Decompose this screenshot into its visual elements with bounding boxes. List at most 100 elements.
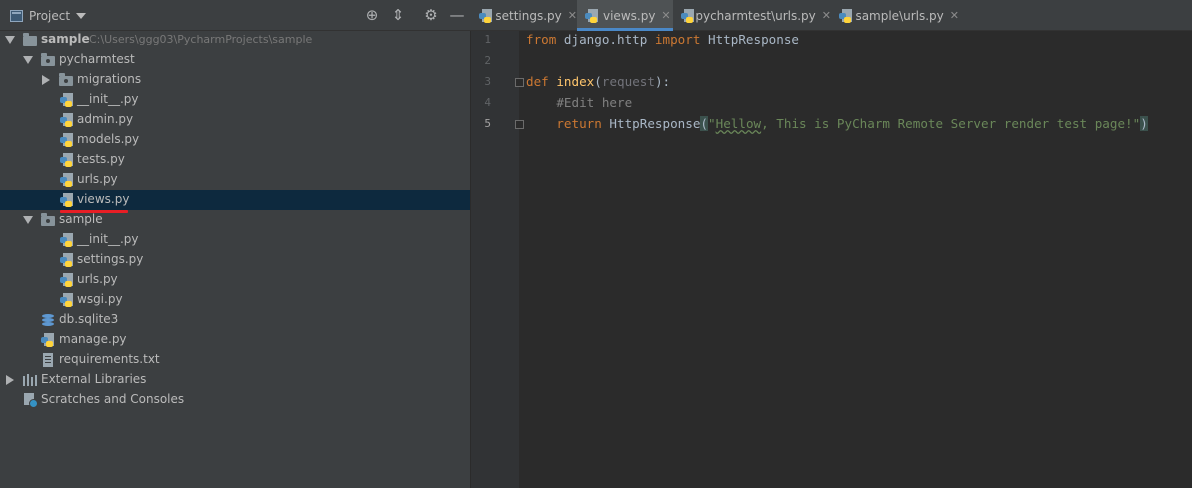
close-icon[interactable]: ✕: [661, 9, 670, 22]
tree-item-database[interactable]: db.sqlite3: [0, 310, 470, 330]
tab-label: sample\urls.py: [855, 8, 944, 23]
tab-label: settings.py: [495, 8, 562, 23]
keyword: import: [654, 32, 701, 47]
python-file-icon: [839, 8, 852, 23]
tree-item-views-selected[interactable]: views.py: [0, 190, 470, 210]
python-file-icon: [60, 293, 74, 307]
comment: #Edit here: [556, 95, 633, 110]
expand-arrow-icon[interactable]: [23, 56, 33, 64]
fold-marker-icon[interactable]: [515, 120, 524, 129]
tree-item-file[interactable]: urls.py: [0, 170, 470, 190]
tree-label: db.sqlite3: [59, 312, 119, 326]
module-name: django.http: [556, 32, 655, 47]
python-file-icon: [60, 173, 74, 187]
tree-label: Scratches and Consoles: [41, 392, 185, 406]
expand-arrow-icon[interactable]: [5, 36, 15, 44]
tab-sample-urls[interactable]: sample\urls.py ✕: [831, 0, 959, 31]
tree-label: pycharmtest: [59, 52, 135, 66]
tab-pycharmtest-urls[interactable]: pycharmtest\urls.py ✕: [673, 0, 831, 31]
tree-root-sample[interactable]: sample C:\Users\ggg03\PycharmProjects\sa…: [0, 30, 470, 50]
tree-item-file[interactable]: tests.py: [0, 150, 470, 170]
gear-icon[interactable]: ⚙: [422, 6, 440, 24]
close-icon[interactable]: ✕: [568, 9, 577, 22]
tree-item-file[interactable]: __init__.py: [0, 230, 470, 250]
chevron-down-icon: [76, 13, 87, 19]
tree-item-file[interactable]: urls.py: [0, 270, 470, 290]
tree-item-file[interactable]: settings.py: [0, 250, 470, 270]
imported-name: HttpResponse: [700, 32, 799, 47]
package-folder-icon: [41, 53, 55, 66]
paren: (: [594, 74, 602, 89]
collapsed-arrow-icon[interactable]: [42, 75, 50, 85]
fold-marker-icon[interactable]: [515, 78, 524, 87]
text-file-icon: [43, 353, 53, 367]
python-file-icon: [60, 113, 74, 127]
code-line-3[interactable]: def index(request):: [526, 71, 670, 92]
tab-settings[interactable]: settings.py ✕: [471, 0, 577, 31]
code-line-4[interactable]: #Edit here: [526, 92, 632, 113]
folder-icon: [23, 33, 37, 46]
line-number: 1: [484, 33, 491, 46]
tree-label: sample: [41, 32, 90, 46]
python-file-icon: [681, 8, 694, 23]
expand-arrow-icon[interactable]: [23, 216, 33, 224]
tab-label: pycharmtest\urls.py: [695, 8, 816, 23]
python-file-icon: [60, 93, 74, 107]
tree-label: wsgi.py: [77, 292, 123, 306]
project-view-selector[interactable]: Project: [10, 9, 87, 23]
code-line-5[interactable]: return HttpResponse("Hellow, This is PyC…: [526, 113, 1148, 134]
line-number: 3: [484, 75, 491, 88]
function-name: index: [556, 74, 595, 89]
keyword: return: [556, 116, 602, 131]
string-literal: , This is PyCharm Remote Server render t…: [761, 116, 1141, 131]
tree-item-file[interactable]: admin.py: [0, 110, 470, 130]
editor-area: settings.py ✕ views.py ✕ pycharmtest\url…: [471, 0, 1192, 488]
tree-label: models.py: [77, 132, 140, 146]
tree-label: tests.py: [77, 152, 125, 166]
package-folder-icon: [59, 73, 73, 86]
keyword: from: [526, 32, 557, 47]
tree-label: settings.py: [77, 252, 144, 266]
collapsed-arrow-icon[interactable]: [6, 375, 14, 385]
project-panel-title: Project: [29, 9, 71, 23]
locate-icon[interactable]: ⊕: [363, 6, 381, 24]
python-file-icon: [585, 8, 599, 23]
minimize-icon[interactable]: —: [448, 6, 466, 24]
tree-item-pycharmtest[interactable]: pycharmtest: [0, 50, 470, 70]
tab-views[interactable]: views.py ✕: [577, 0, 673, 31]
package-folder-icon: [41, 213, 55, 226]
line-number-current: 5: [484, 117, 491, 130]
close-icon[interactable]: ✕: [822, 9, 831, 22]
database-icon: [41, 313, 55, 327]
scratches-icon: [23, 393, 38, 408]
tree-label: __init__.py: [77, 232, 139, 246]
tree-label: migrations: [77, 72, 142, 86]
tree-item-file[interactable]: models.py: [0, 130, 470, 150]
python-file-icon: [60, 273, 74, 287]
collapse-icon[interactable]: ⇕: [389, 6, 407, 24]
tree-label: admin.py: [77, 112, 134, 126]
code-line-1[interactable]: from django.http import HttpResponse: [526, 29, 799, 50]
keyword: def: [526, 74, 549, 89]
tree-item-file[interactable]: __init__.py: [0, 90, 470, 110]
close-icon[interactable]: ✕: [950, 9, 959, 22]
tree-item-scratches[interactable]: Scratches and Consoles: [0, 390, 470, 410]
tree-item-text-file[interactable]: requirements.txt: [0, 350, 470, 370]
tree-label: urls.py: [77, 272, 118, 286]
tree-label: manage.py: [59, 332, 127, 346]
string-quote: ": [708, 116, 716, 131]
tree-item-sample-package[interactable]: sample: [0, 210, 470, 230]
tree-label: urls.py: [77, 172, 118, 186]
tree-item-file[interactable]: manage.py: [0, 330, 470, 350]
parameter: request: [601, 74, 655, 89]
project-path: C:\Users\ggg03\PycharmProjects\sample: [89, 33, 313, 46]
tree-item-external-libraries[interactable]: External Libraries: [0, 370, 470, 390]
python-file-icon: [60, 133, 74, 147]
tree-item-migrations[interactable]: migrations: [0, 70, 470, 90]
project-icon: [10, 10, 23, 22]
project-tool-window: Project ⊕ ⇕ ⚙ — sample C:\Users\ggg03\Py…: [0, 0, 471, 488]
tree-item-file[interactable]: wsgi.py: [0, 290, 470, 310]
line-number: 2: [484, 54, 491, 67]
